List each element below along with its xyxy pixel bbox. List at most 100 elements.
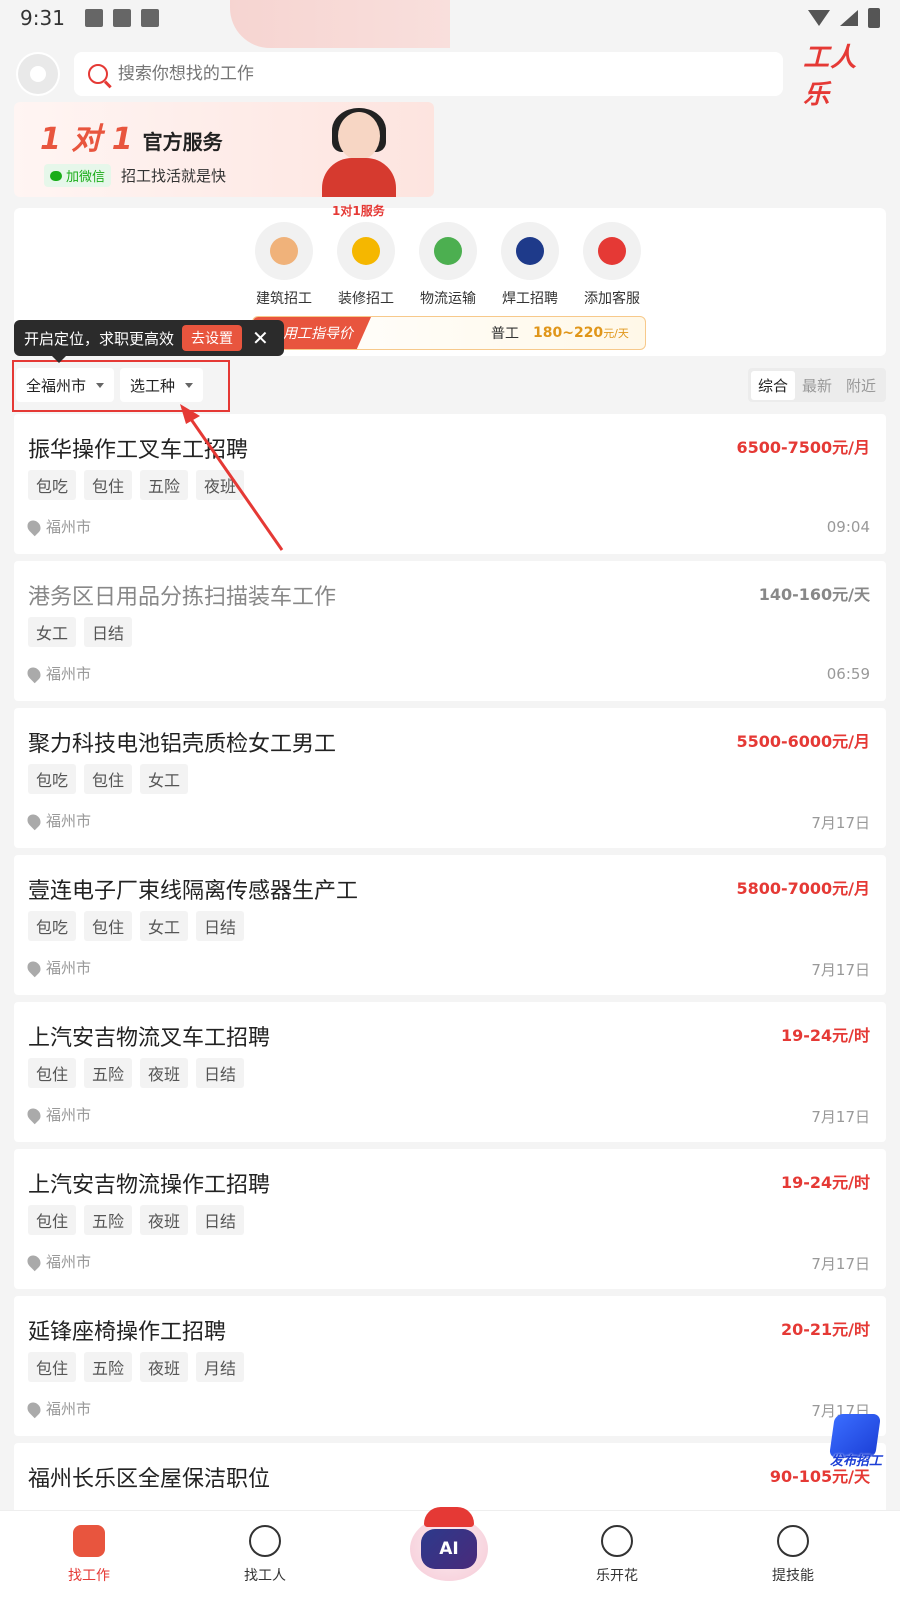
category-item[interactable]: 物流运输 — [418, 222, 478, 308]
job-location-text: 福州市 — [46, 812, 92, 830]
job-card[interactable]: 上汽安吉物流操作工招聘 19-24元/时 包住 五险 夜班 日结 福州市 7月17日 — [14, 1149, 886, 1289]
job-tag: 女工 — [140, 911, 189, 941]
job-time: 7月17日 — [811, 814, 870, 832]
job-tag: 包住 — [84, 911, 133, 941]
job-location: 福州市 — [24, 663, 91, 684]
ai-assistant-button[interactable]: AI — [410, 1507, 488, 1581]
job-location-text: 福州市 — [46, 959, 92, 977]
status-bar: 9:31 — [0, 0, 900, 36]
ai-cap-icon — [424, 1507, 474, 1527]
job-title: 上汽安吉物流叉车工招聘 — [28, 1026, 271, 1051]
publish-job-button[interactable]: 发布招工 — [824, 1414, 888, 1474]
job-tags: 包吃 包住 女工 日结 — [28, 911, 245, 941]
user-icon — [29, 66, 46, 82]
category-label: 建筑招工 — [256, 291, 312, 307]
job-location: 福州市 — [24, 1398, 92, 1419]
category-item[interactable]: 添加客服 — [582, 222, 642, 308]
wifi-icon — [808, 10, 830, 26]
job-time: 7月17日 — [811, 1108, 870, 1126]
bottom-nav: 找工作 找工人 AI 乐开花 提技能 — [0, 1507, 900, 1600]
banner-headline: 1 对 1 — [40, 122, 133, 157]
job-title: 港务区日用品分拣扫描装车工作 — [28, 585, 337, 610]
service-banner[interactable]: 1 对 1 官方服务 加微信 招工找活就是快 — [14, 102, 434, 197]
job-card[interactable]: 上汽安吉物流叉车工招聘 19-24元/时 包住 五险 夜班 日结 福州市 7月17日 — [14, 1002, 886, 1142]
job-tag: 五险 — [140, 470, 189, 500]
filter-bar: 全福州市 选工种 综合 最新 附近 — [0, 360, 900, 412]
category-item[interactable]: 焊工招聘 — [500, 222, 560, 308]
customer-service-icon — [583, 222, 641, 280]
avatar[interactable] — [16, 52, 60, 96]
job-tag: 夜班 — [140, 1352, 189, 1382]
job-tags: 包住 五险 夜班 日结 — [28, 1058, 245, 1088]
price-guide-bar[interactable]: 用工指导价 普工 180~220元/天 — [252, 316, 646, 350]
job-tags: 包吃 包住 女工 — [28, 764, 189, 794]
job-tag: 包住 — [28, 1058, 77, 1088]
job-time: 7月17日 — [811, 1255, 870, 1273]
job-location: 福州市 — [24, 810, 92, 831]
category-item[interactable]: 装修招工 — [336, 222, 396, 308]
location-pin-icon — [24, 1252, 44, 1271]
price-guide-job: 普工 — [491, 326, 519, 342]
job-tag: 包吃 — [28, 911, 77, 941]
one-on-one-badge: 1对1服务 — [332, 204, 385, 218]
job-tag: 包住 — [84, 470, 133, 500]
nav-label: 找工人 — [244, 1568, 286, 1584]
category-item[interactable]: 建筑招工 — [254, 222, 314, 308]
job-card[interactable]: 港务区日用品分拣扫描装车工作 140-160元/天 女工 日结 福州市 06:59 — [14, 561, 886, 701]
job-tags: 包住 五险 夜班 日结 — [28, 1205, 245, 1235]
job-time: 09:04 — [826, 518, 870, 536]
job-card[interactable]: 延锋座椅操作工招聘 20-21元/时 包住 五险 夜班 月结 福州市 7月17日 — [14, 1296, 886, 1436]
job-tags: 女工 日结 — [28, 617, 133, 647]
job-title: 延锋座椅操作工招聘 — [28, 1320, 227, 1345]
sort-tab[interactable]: 附近 — [839, 371, 883, 400]
location-pin-icon — [24, 1399, 44, 1418]
app-notification-icon — [140, 9, 159, 27]
construction-worker-icon — [255, 222, 313, 280]
job-time: 7月17日 — [811, 961, 870, 979]
job-salary: 19-24元/时 — [780, 1173, 870, 1192]
job-card[interactable]: 聚力科技电池铝壳质检女工男工 5500-6000元/月 包吃 包住 女工 福州市 7月17… — [14, 708, 886, 848]
download-notification-icon — [112, 9, 131, 27]
job-tag: 日结 — [196, 911, 245, 941]
job-title: 壹连电子厂束线隔离传感器生产工 — [28, 879, 359, 904]
nav-item[interactable]: 找工人 — [220, 1525, 310, 1585]
briefcase-icon — [73, 1525, 105, 1557]
job-tag: 日结 — [196, 1058, 245, 1088]
nav-item[interactable]: 提技能 — [748, 1525, 838, 1585]
location-pin-icon — [24, 517, 44, 536]
nav-label: 找工作 — [68, 1568, 110, 1584]
wechat-icon — [50, 170, 62, 181]
job-card[interactable]: 壹连电子厂束线隔离传感器生产工 5800-7000元/月包吃 包住 女工 日结福州市 7… — [14, 855, 886, 995]
job-tag: 日结 — [84, 617, 133, 647]
gallery-notification-icon — [84, 9, 103, 27]
location-tooltip: 开启定位，求职更高效 去设置 ✕ — [14, 320, 284, 363]
job-time: 06:59 — [826, 665, 870, 683]
sort-tab[interactable]: 综合 — [750, 370, 795, 400]
job-salary: 5500-6000元/月 — [736, 732, 870, 751]
job-type-filter-label: 选工种 — [130, 376, 176, 395]
price-guide-value: 180~220 — [533, 325, 604, 341]
job-type-filter[interactable]: 选工种 — [120, 368, 204, 402]
status-time: 9:31 — [20, 6, 65, 30]
nav-item[interactable]: 乐开花 — [572, 1525, 662, 1585]
job-location-text: 福州市 — [46, 518, 92, 536]
search-icon — [87, 64, 108, 84]
job-tags: 包吃 包住 五险 夜班 — [28, 470, 245, 500]
wechat-pill: 加微信 — [44, 164, 112, 187]
sort-tab[interactable]: 最新 — [795, 371, 839, 400]
search-bar[interactable] — [73, 52, 784, 96]
city-filter[interactable]: 全福州市 — [16, 368, 115, 402]
job-card[interactable]: 振华操作工叉车工招聘 6500-7500元/月 包吃 包住 五险 夜班 福州市 09:04 — [14, 414, 886, 554]
job-location-text: 福州市 — [46, 1400, 92, 1418]
job-salary: 5800-7000元/月 — [736, 879, 870, 898]
search-input[interactable] — [117, 64, 718, 84]
nav-item[interactable]: 找工作 — [44, 1525, 134, 1585]
go-settings-button[interactable]: 去设置 — [182, 325, 243, 351]
app-header: 工人乐 — [0, 43, 900, 110]
header-decoration — [230, 0, 450, 48]
banner-tagline: 招工找活就是快 — [121, 167, 227, 185]
close-icon[interactable]: ✕ — [252, 326, 269, 350]
job-location-text: 福州市 — [46, 1106, 92, 1124]
category-label: 焊工招聘 — [502, 291, 558, 307]
city-filter-label: 全福州市 — [26, 376, 87, 395]
